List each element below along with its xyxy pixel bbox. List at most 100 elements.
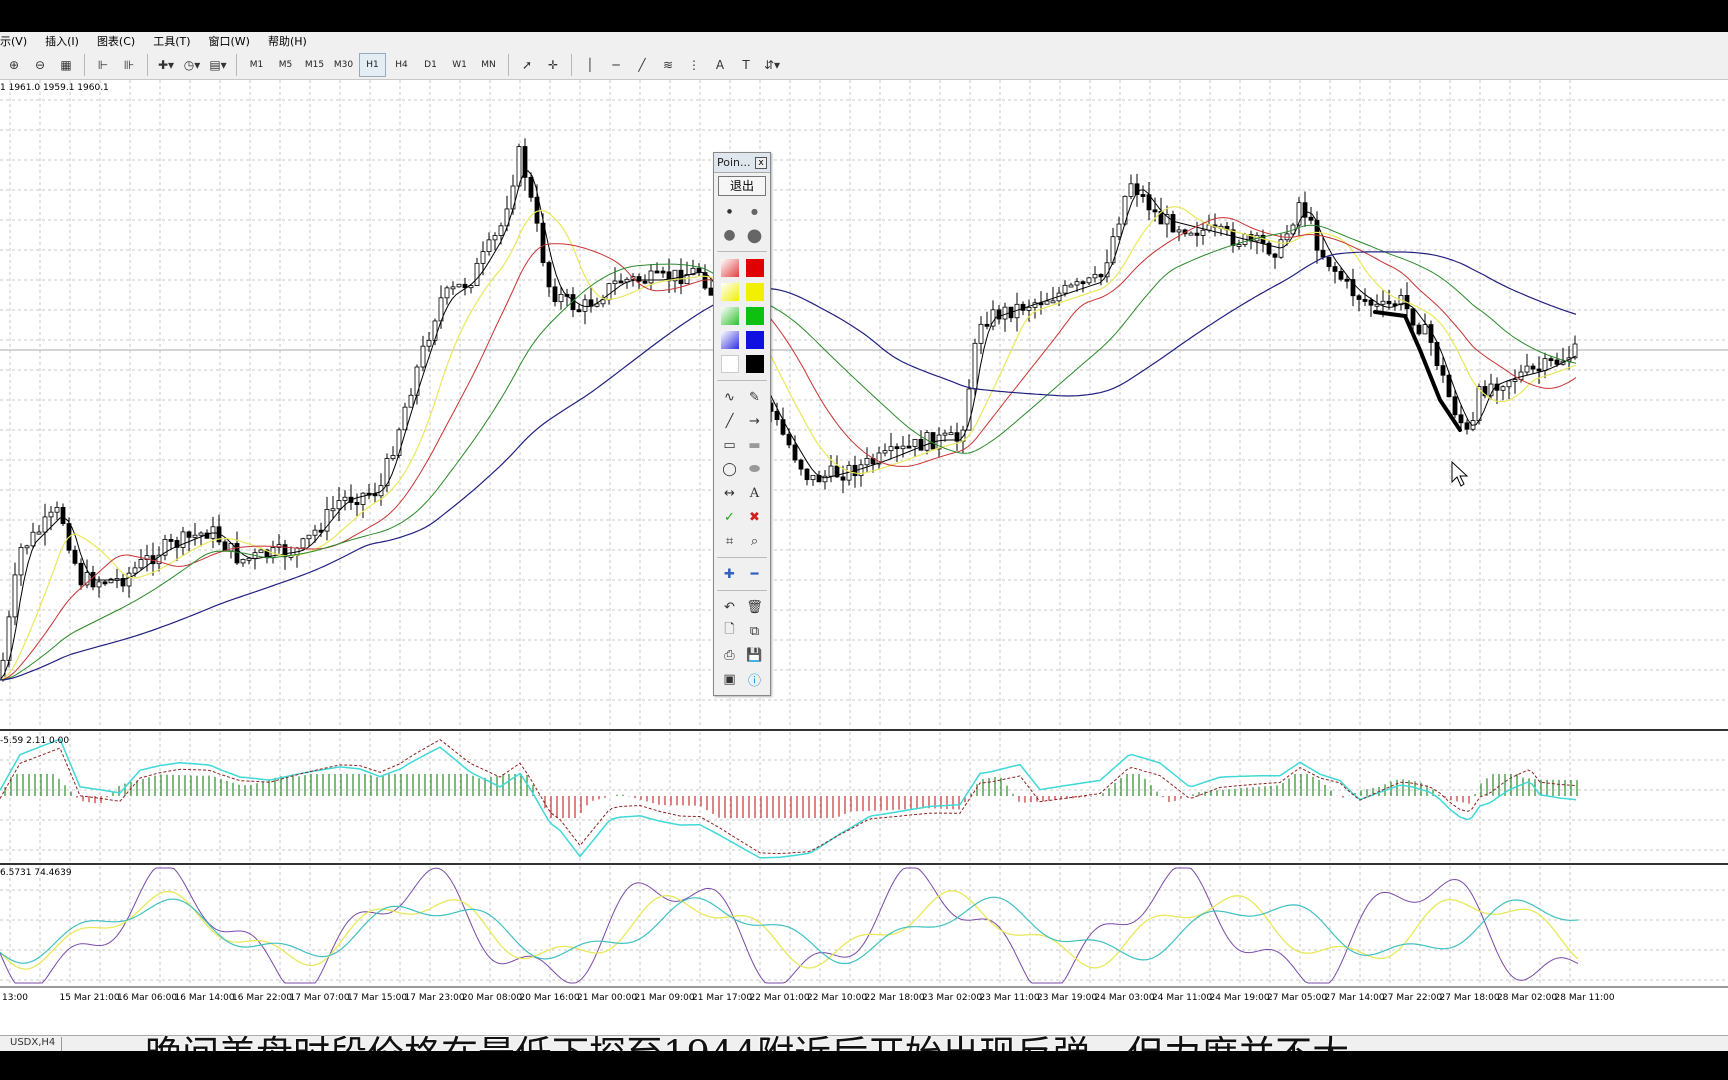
timeframe-h1[interactable]: H1 (359, 52, 386, 77)
undo-icon[interactable]: ↶ (720, 597, 740, 617)
trash-icon[interactable]: 🗑 (745, 597, 765, 617)
timeframe-m30[interactable]: M30 (330, 53, 357, 77)
plus-icon[interactable]: ✚ (720, 564, 740, 584)
menu-view[interactable]: 示(V) (0, 33, 27, 49)
save-icon[interactable]: 💾 (745, 645, 765, 665)
print-icon[interactable]: ⎙ (720, 645, 740, 665)
zoom-in-icon[interactable]: ⊕ (2, 53, 26, 77)
menu-bar: 示(V) 插入(I) 图表(C) 工具(T) 窗口(W) 帮助(H) (0, 32, 1728, 50)
time-label: 16 Mar 22:00 (232, 993, 292, 1003)
palette-title-bar[interactable]: Poin... x (714, 153, 770, 173)
time-label: 24 Mar 19:00 (1210, 993, 1270, 1003)
menu-help[interactable]: 帮助(H) (268, 33, 307, 49)
menu-window[interactable]: 窗口(W) (209, 33, 250, 49)
exit-button[interactable]: 退出 (718, 176, 766, 196)
time-label: 13:00 (2, 993, 28, 1003)
terminal-window: 示(V) 插入(I) 图表(C) 工具(T) 窗口(W) 帮助(H) ⊕ ⊖ ▦… (0, 32, 1728, 1051)
color-blue[interactable] (745, 331, 764, 349)
cross-icon[interactable]: ✖ (745, 507, 765, 527)
line-icon[interactable]: ╱ (720, 411, 740, 431)
trendline-icon[interactable]: ╱ (630, 53, 654, 77)
screenshot-icon[interactable]: ▣ (720, 669, 740, 689)
timeframe-m15[interactable]: M15 (301, 53, 328, 77)
filled-ellipse-icon[interactable]: ⬬ (745, 459, 765, 479)
minus-icon[interactable]: ━ (745, 564, 765, 584)
tile-icon[interactable]: ▦ (54, 53, 78, 77)
text-icon[interactable]: A (708, 53, 732, 77)
ellipse-icon[interactable]: ◯ (720, 459, 740, 479)
info-icon[interactable]: ⓘ (745, 669, 765, 689)
menu-charts[interactable]: 图表(C) (97, 33, 135, 49)
palette-title: Poin... (717, 156, 751, 169)
time-label: 22 Mar 01:00 (750, 993, 810, 1003)
color-green[interactable] (745, 307, 764, 325)
timeframe-h4[interactable]: H4 (388, 53, 415, 77)
copy-icon[interactable]: ⧉ (745, 621, 765, 641)
color-light-blue[interactable] (720, 331, 739, 349)
candle-chart-icon[interactable]: ⊪ (117, 53, 141, 77)
timeframe-m5[interactable]: M5 (272, 53, 299, 77)
eraser-icon[interactable]: ✎ (745, 387, 765, 407)
bar-chart-icon[interactable]: ⊩ (91, 53, 115, 77)
zoom-icon[interactable]: ⌕ (745, 531, 765, 551)
arrow-icon[interactable]: → (745, 411, 765, 431)
color-yellow[interactable] (745, 283, 764, 301)
time-label: 15 Mar 21:00 (60, 993, 120, 1003)
fibonacci-icon[interactable]: ≋ (656, 53, 680, 77)
time-label: 27 Mar 22:00 (1382, 993, 1442, 1003)
xlarge-dot-icon[interactable]: ● (745, 225, 765, 246)
menu-insert[interactable]: 插入(I) (45, 33, 79, 49)
time-label: 16 Mar 14:00 (175, 993, 235, 1003)
symbol-tab[interactable]: USDX,H4 (4, 1037, 63, 1051)
stochastic-header: 6.5731 74.4639 (0, 868, 72, 878)
time-label: 21 Mar 09:00 (635, 993, 695, 1003)
time-label: 17 Mar 23:00 (405, 993, 465, 1003)
time-label: 23 Mar 02:00 (922, 993, 982, 1003)
rectangle-icon[interactable]: ▭ (720, 435, 740, 455)
timeframe-mn[interactable]: MN (475, 53, 502, 77)
time-label: 16 Mar 06:00 (117, 993, 177, 1003)
timeframe-w1[interactable]: W1 (446, 53, 473, 77)
time-label: 23 Mar 11:00 (980, 993, 1040, 1003)
medium-dot-icon[interactable]: ● (745, 201, 765, 221)
time-label: 21 Mar 17:00 (692, 993, 752, 1003)
new-chart-icon[interactable]: ✚▾ (154, 53, 178, 77)
color-white[interactable] (720, 355, 739, 373)
crosshair-icon[interactable]: ✛ (541, 53, 565, 77)
cursor-icon[interactable]: ➚ (515, 53, 539, 77)
color-light-yellow[interactable] (720, 283, 739, 301)
timeframe-m1[interactable]: M1 (243, 53, 270, 77)
time-label: 24 Mar 03:00 (1095, 993, 1155, 1003)
vertical-line-icon[interactable]: │ (578, 53, 602, 77)
horizontal-line-icon[interactable]: ─ (604, 53, 628, 77)
time-label: 27 Mar 14:00 (1325, 993, 1385, 1003)
channel-icon[interactable]: ⋮ (682, 53, 706, 77)
time-label: 22 Mar 18:00 (865, 993, 925, 1003)
time-label: 24 Mar 11:00 (1152, 993, 1212, 1003)
curve-icon[interactable]: ∿ (720, 387, 740, 407)
crop-icon[interactable]: ⌗ (720, 531, 740, 551)
small-dot-icon[interactable]: ● (720, 201, 740, 221)
check-icon[interactable]: ✓ (720, 507, 740, 527)
filled-rectangle-icon[interactable]: ▬ (745, 435, 765, 455)
clock-icon[interactable]: ◷▾ (180, 53, 204, 77)
text-icon[interactable]: A (745, 483, 765, 503)
timeframe-d1[interactable]: D1 (417, 53, 444, 77)
new-page-icon[interactable]: 🗋 (720, 621, 740, 641)
time-label: 27 Mar 18:00 (1440, 993, 1500, 1003)
price-chart[interactable]: 13:00 15 Mar 21:0016 Mar 06:0016 Mar 14:0… (0, 80, 1728, 1035)
color-light-red[interactable] (720, 259, 739, 277)
large-dot-icon[interactable]: ● (720, 225, 740, 245)
color-light-green[interactable] (720, 307, 739, 325)
color-black[interactable] (745, 355, 764, 373)
menu-tools[interactable]: 工具(T) (153, 33, 190, 49)
zoom-out-icon[interactable]: ⊖ (28, 53, 52, 77)
color-red[interactable] (745, 259, 764, 277)
close-icon[interactable]: x (755, 156, 767, 169)
label-icon[interactable]: T (734, 53, 758, 77)
time-label: 28 Mar 11:00 (1555, 993, 1615, 1003)
arrows-icon[interactable]: ⇵▾ (760, 53, 784, 77)
chart-area[interactable]: 13:00 15 Mar 21:00 16 Mar 06:00 16 Mar 14:0… (0, 80, 1728, 1035)
double-arrow-icon[interactable]: ↔ (720, 483, 740, 503)
template-icon[interactable]: ▤▾ (206, 53, 230, 77)
